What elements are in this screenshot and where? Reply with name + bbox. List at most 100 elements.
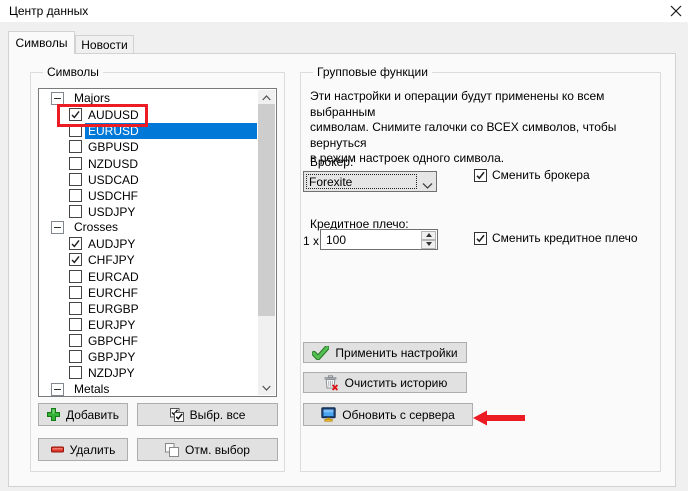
tree-item-usdchf[interactable]: USDCHF bbox=[40, 188, 258, 204]
tree-scrollbar[interactable] bbox=[258, 90, 275, 395]
spinner-up-button[interactable] bbox=[421, 231, 436, 240]
close-button[interactable] bbox=[664, 0, 688, 21]
delete-button[interactable]: Удалить bbox=[38, 438, 128, 461]
symbol-label: USDCHF bbox=[85, 188, 257, 204]
symbol-checkbox[interactable] bbox=[69, 318, 82, 331]
select-all-icon bbox=[170, 408, 184, 422]
symbol-label: CHFJPY bbox=[85, 252, 257, 268]
tree-item-eurchf[interactable]: EURCHF bbox=[40, 285, 258, 301]
tree-item-usdjpy[interactable]: USDJPY bbox=[40, 204, 258, 220]
tree-item-audusd[interactable]: AUDUSD bbox=[40, 107, 258, 123]
symbol-checkbox[interactable] bbox=[69, 205, 82, 218]
broker-dropdown-value: Forexite bbox=[309, 175, 352, 189]
leverage-spinner[interactable]: 100 bbox=[320, 229, 438, 250]
symbol-checkbox[interactable] bbox=[69, 189, 82, 202]
tree-item-eurcad[interactable]: EURCAD bbox=[40, 269, 258, 285]
red-arrow-annotation bbox=[473, 410, 525, 426]
symbol-label: EURGBP bbox=[85, 301, 257, 317]
chevron-up-icon bbox=[262, 95, 271, 101]
tree-item-nzdjpy[interactable]: NZDJPY bbox=[40, 365, 258, 381]
chevron-down-icon bbox=[422, 179, 433, 193]
change-broker-checkbox[interactable] bbox=[474, 169, 487, 182]
tree-item-nzdusd[interactable]: NZDUSD bbox=[40, 156, 258, 172]
checkmark-icon bbox=[475, 233, 486, 244]
change-broker-label: Сменить брокера bbox=[492, 169, 590, 182]
update-from-server-label: Обновить с сервера bbox=[342, 408, 455, 422]
add-button[interactable]: Добавить bbox=[38, 403, 128, 426]
checkmark-icon bbox=[70, 254, 81, 265]
symbol-label: GBPJPY bbox=[85, 349, 257, 365]
symbol-checkbox[interactable] bbox=[69, 270, 82, 283]
tree-group-metals[interactable]: Metals bbox=[40, 382, 258, 398]
tab-symbols[interactable]: Символы bbox=[8, 31, 75, 54]
group-functions-description: Эти настройки и операции будут применены… bbox=[310, 89, 658, 167]
symbol-checkbox[interactable] bbox=[69, 157, 82, 170]
symbol-label: USDCAD bbox=[85, 172, 257, 188]
chevron-down-icon bbox=[262, 385, 271, 391]
symbol-checkbox[interactable] bbox=[69, 253, 82, 266]
tree-item-eurgbp[interactable]: EURGBP bbox=[40, 301, 258, 317]
symbol-checkbox[interactable] bbox=[69, 124, 82, 137]
description-line: символам. Снимите галочки со ВСЕХ символ… bbox=[310, 120, 658, 151]
symbols-tree[interactable]: MajorsAUDUSDEURUSDGBPUSDNZDUSDUSDCADUSDC… bbox=[38, 88, 277, 397]
symbol-checkbox[interactable] bbox=[69, 237, 82, 250]
apply-settings-button[interactable]: Применить настройки bbox=[303, 342, 467, 363]
symbol-label: NZDJPY bbox=[85, 365, 257, 381]
symbol-checkbox[interactable] bbox=[69, 350, 82, 363]
server-icon bbox=[321, 407, 336, 422]
collapse-icon[interactable] bbox=[51, 221, 64, 234]
scroll-down-button[interactable] bbox=[258, 380, 275, 395]
symbol-checkbox[interactable] bbox=[69, 302, 82, 315]
select-all-button[interactable]: Выбр. все bbox=[137, 403, 278, 426]
symbol-checkbox[interactable] bbox=[69, 334, 82, 347]
scroll-up-button[interactable] bbox=[258, 90, 275, 105]
trash-icon bbox=[323, 375, 339, 391]
symbol-checkbox[interactable] bbox=[69, 173, 82, 186]
symbol-label: GBPCHF bbox=[85, 333, 257, 349]
clear-history-button[interactable]: Очистить историю bbox=[303, 372, 467, 393]
tree-item-usdcad[interactable]: USDCAD bbox=[40, 172, 258, 188]
leverage-value: 100 bbox=[326, 233, 346, 247]
tree-item-eurjpy[interactable]: EURJPY bbox=[40, 317, 258, 333]
apply-settings-label: Применить настройки bbox=[335, 346, 457, 360]
symbols-tree-rows: MajorsAUDUSDEURUSDGBPUSDNZDUSDUSDCADUSDC… bbox=[40, 90, 258, 395]
symbol-label: NZDUSD bbox=[85, 156, 257, 172]
collapse-icon[interactable] bbox=[51, 92, 64, 105]
tree-item-eurusd[interactable]: EURUSD bbox=[40, 123, 258, 139]
leverage-prefix: 1 x bbox=[303, 235, 319, 248]
green-check-icon bbox=[312, 346, 329, 360]
tree-group-crosses[interactable]: Crosses bbox=[40, 220, 258, 236]
tree-item-audjpy[interactable]: AUDJPY bbox=[40, 236, 258, 252]
tree-group-label: Crosses bbox=[74, 220, 118, 235]
symbol-label: USDJPY bbox=[85, 204, 257, 220]
triangle-up-icon bbox=[426, 233, 432, 237]
add-button-label: Добавить bbox=[66, 408, 119, 422]
description-line: в режим настроек одного символа. bbox=[310, 151, 658, 167]
deselect-icon bbox=[165, 443, 179, 457]
tree-item-gbpjpy[interactable]: GBPJPY bbox=[40, 349, 258, 365]
symbol-label: EURCHF bbox=[85, 285, 257, 301]
deselect-button[interactable]: Отм. выбор bbox=[137, 438, 278, 461]
symbol-checkbox[interactable] bbox=[69, 140, 82, 153]
tree-item-chfjpy[interactable]: CHFJPY bbox=[40, 252, 258, 268]
description-line: Эти настройки и операции будут применены… bbox=[310, 89, 658, 120]
symbol-checkbox[interactable] bbox=[69, 286, 82, 299]
update-from-server-button[interactable]: Обновить с сервера bbox=[303, 403, 473, 426]
group-functions-title: Групповые функции bbox=[313, 65, 432, 80]
broker-dropdown[interactable]: Forexite bbox=[303, 171, 437, 192]
tree-item-gbpchf[interactable]: GBPCHF bbox=[40, 333, 258, 349]
plus-icon bbox=[47, 408, 60, 421]
checkmark-icon bbox=[70, 109, 81, 120]
spinner-down-button[interactable] bbox=[421, 240, 436, 249]
tree-group-majors[interactable]: Majors bbox=[40, 91, 258, 107]
minus-icon bbox=[51, 443, 64, 456]
collapse-icon[interactable] bbox=[51, 383, 64, 396]
tree-group-label: Majors bbox=[74, 91, 110, 106]
checkmark-icon bbox=[475, 170, 486, 181]
symbol-checkbox[interactable] bbox=[69, 108, 82, 121]
change-leverage-checkbox[interactable] bbox=[474, 232, 487, 245]
tab-news[interactable]: Новости bbox=[75, 35, 134, 54]
scrollbar-thumb[interactable] bbox=[258, 104, 275, 316]
tree-item-gbpusd[interactable]: GBPUSD bbox=[40, 139, 258, 155]
symbol-checkbox[interactable] bbox=[69, 366, 82, 379]
